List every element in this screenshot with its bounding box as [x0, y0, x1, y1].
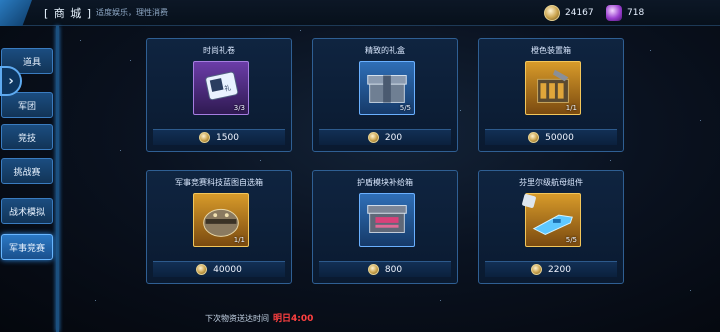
- item-thumbnail: 礼 3/3: [193, 61, 249, 115]
- item-name: 护盾模块补给箱: [357, 178, 413, 187]
- gem-icon: [606, 5, 622, 21]
- shop-item-card[interactable]: 时尚礼卷 礼 3/3 1500: [146, 38, 292, 152]
- sidebar-item-military-contest[interactable]: 军事竞赛: [1, 234, 53, 260]
- star-dot: [95, 300, 96, 301]
- star-dot: [700, 120, 701, 121]
- price-bar: 200: [319, 129, 451, 145]
- notice-text: 适度娱乐，理性消费: [96, 8, 168, 17]
- sidebar-item-arena[interactable]: 竞技: [1, 124, 53, 150]
- item-price: 800: [384, 264, 403, 275]
- sidebar: › 道具 军团 竞技 挑战赛 战术模拟 军事竞赛: [0, 26, 62, 332]
- item-thumbnail: [359, 193, 415, 247]
- shop-item-card[interactable]: 精致的礼盒 5/5 200: [312, 38, 458, 152]
- item-price: 40000: [213, 264, 242, 275]
- medal-price-icon: [196, 264, 208, 275]
- coin-amount: 24167: [565, 8, 594, 18]
- price-bar: 50000: [485, 129, 617, 145]
- top-bar: [ 商 城 ] 适度娱乐，理性消费 24167 718: [0, 0, 720, 26]
- item-stock: 5/5: [565, 236, 577, 244]
- star-dot: [460, 110, 461, 111]
- restock-timer: 下次物资送达时间 明日4:00: [205, 311, 313, 324]
- item-stock: 3/3: [233, 104, 245, 112]
- coin-icon: [544, 5, 560, 21]
- star-dot: [120, 150, 121, 151]
- restock-time: 明日4:00: [273, 314, 314, 324]
- item-price: 2200: [548, 264, 571, 275]
- medal-price-icon: [528, 132, 540, 143]
- star-dot: [260, 160, 261, 161]
- restock-label: 下次物资送达时间: [205, 314, 269, 323]
- item-stock: 1/1: [233, 236, 245, 244]
- item-price: 1500: [216, 132, 239, 143]
- item-thumbnail: 1/1: [193, 193, 249, 247]
- medal-price-icon: [367, 132, 379, 143]
- item-stock: 5/5: [399, 104, 411, 112]
- shop-title: [ 商 城 ]: [44, 7, 93, 20]
- item-name: 精致的礼盒: [365, 46, 405, 55]
- star-dot: [300, 30, 301, 31]
- star-dot: [650, 50, 651, 51]
- item-name: 橙色装置箱: [531, 46, 571, 55]
- star-dot: [690, 290, 691, 291]
- item-thumbnail: 5/5: [359, 61, 415, 115]
- star-dot: [610, 160, 611, 161]
- item-price: 200: [384, 132, 403, 143]
- back-corner[interactable]: [0, 0, 32, 26]
- item-name: 芬里尔级航母组件: [519, 178, 583, 187]
- gem-amount: 718: [627, 8, 645, 18]
- shop-item-card[interactable]: 军事竞赛科技蓝图自选箱 1/1 40000: [146, 170, 292, 284]
- medal-price-icon: [531, 264, 543, 275]
- shield-supply-box-icon: [367, 205, 407, 233]
- price-bar: 800: [319, 261, 451, 277]
- item-name: 时尚礼卷: [203, 46, 235, 55]
- price-bar: 1500: [153, 129, 285, 145]
- medal-price-icon: [199, 132, 211, 143]
- price-bar: 40000: [153, 261, 285, 277]
- sidebar-item-tactical-sim[interactable]: 战术模拟: [1, 198, 53, 224]
- coin-display: 24167: [544, 4, 594, 22]
- item-stock: 1/1: [565, 104, 577, 112]
- item-name: 军事竞赛科技蓝图自选箱: [175, 178, 263, 187]
- medal-price-icon: [367, 264, 379, 275]
- star-dot: [440, 300, 441, 301]
- item-thumbnail: 1/1: [525, 61, 581, 115]
- shop-item-card[interactable]: 护盾模块补给箱 800: [312, 170, 458, 284]
- sidebar-item-challenge[interactable]: 挑战赛: [1, 158, 53, 184]
- star-dot: [130, 60, 131, 61]
- star-dot: [80, 40, 81, 41]
- gem-display: 718: [606, 4, 644, 22]
- item-price: 50000: [545, 132, 574, 143]
- shop-item-card[interactable]: 橙色装置箱 1/1 50000: [478, 38, 624, 152]
- shop-item-card[interactable]: 芬里尔级航母组件 5/5 2200: [478, 170, 624, 284]
- price-bar: 2200: [485, 261, 617, 277]
